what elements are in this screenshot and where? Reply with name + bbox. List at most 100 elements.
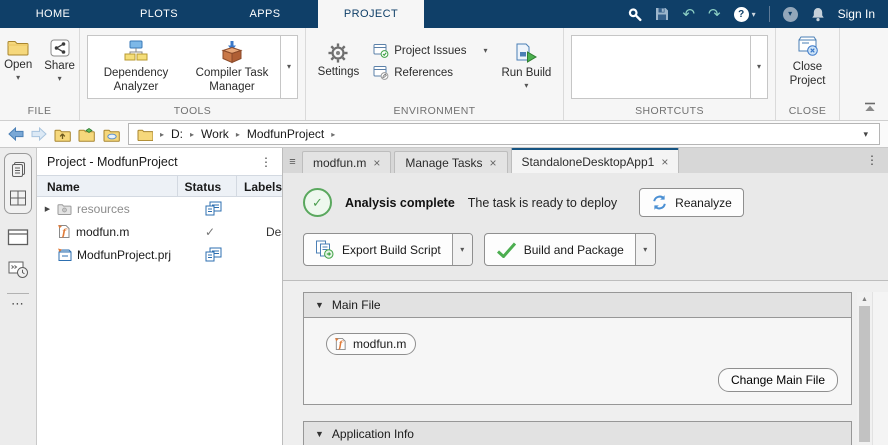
export-dropdown-icon[interactable]: ▾ [452,234,472,265]
compiler-task-manager-icon [220,40,244,64]
sign-in-link[interactable]: Sign In [838,7,875,21]
navbar-divider [769,6,770,22]
project-issues-caret-icon[interactable]: ▾ [483,47,487,55]
project-panel-menu-icon[interactable]: ⋮ [260,155,272,169]
main-file-section: ▼ Main File f modfun.m Change Main File [303,292,852,405]
task-form-scroll-area: ▼ Main File f modfun.m Change Main File [283,281,888,445]
shortcuts-gallery-dropdown[interactable]: ▾ [750,36,767,98]
up-one-level-icon[interactable] [54,127,71,142]
references-icon [373,65,389,80]
project-panel-icon[interactable] [7,228,29,246]
tab-plots[interactable]: PLOTS [106,0,212,28]
scroll-up-icon[interactable]: ▲ [861,292,868,306]
run-build-icon [514,43,538,64]
help-icon: ? [734,7,749,22]
function-file-icon: f [334,337,347,351]
project-issues-button[interactable]: Project Issues ▾ [373,43,487,58]
toolstrip-tabs: HOME PLOTS APPS PROJECT [0,0,424,28]
export-script-icon [315,240,335,259]
compiler-task-manager-label: Compiler Task Manager [184,67,280,95]
export-build-script-button[interactable]: Export Build Script [304,234,452,265]
close-project-label: Close Project [784,60,832,89]
application-info-section-header[interactable]: ▼ Application Info [304,422,851,445]
back-icon[interactable] [8,127,24,141]
breadcrumb-segment-project[interactable]: ModfunProject [247,127,324,141]
open-location-icon[interactable] [78,127,96,142]
tools-gallery-dropdown[interactable]: ▾ [280,36,297,98]
close-icon[interactable]: × [373,156,380,170]
settings-button[interactable]: Settings [312,43,366,78]
more-panels-icon[interactable]: ⋯ [11,296,25,312]
breadcrumb[interactable]: ▸ D: ▸ Work ▸ ModfunProject ▸ ▾ [128,123,880,145]
main-file-section-header[interactable]: ▼ Main File [304,293,851,318]
open-caret-icon: ▾ [16,74,20,82]
project-ribbon: Open ▾ Share ▾ FILE Dependency Analyzer [0,28,888,121]
analysis-status-title: Analysis complete [345,196,455,210]
vertical-scrollbar[interactable]: ▲ [857,292,872,445]
project-panel-title: Project - ModfunProject [47,155,178,169]
close-icon[interactable]: × [490,156,497,170]
forward-icon[interactable] [31,127,47,141]
open-folder-icon [7,39,29,56]
history-panel-icon[interactable] [8,260,29,279]
table-row[interactable]: ▶ resources [37,197,282,220]
undo-icon[interactable]: ↶ [682,7,695,22]
share-button[interactable]: Share ▾ [38,39,81,83]
dependency-analyzer-label: Dependency Analyzer [88,67,184,95]
tab-modfun[interactable]: modfun.m × [302,151,391,173]
scrollbar-thumb[interactable] [859,306,870,442]
main-file-name: modfun.m [353,337,406,351]
column-header-labels[interactable]: Labels [236,176,282,196]
build-dropdown-icon[interactable]: ▾ [635,234,655,265]
breadcrumb-segment-work[interactable]: Work [201,127,229,141]
open-button[interactable]: Open ▾ [0,39,38,83]
shortcuts-gallery: ▾ [571,35,768,99]
tab-home[interactable]: HOME [0,0,106,28]
tab-project[interactable]: PROJECT [318,0,424,28]
compiler-task-manager-button[interactable]: Compiler Task Manager [184,36,280,98]
column-header-status[interactable]: Status [177,176,236,196]
close-icon[interactable]: × [661,155,668,169]
reanalyze-button[interactable]: Reanalyze [639,188,744,217]
build-and-package-button[interactable]: Build and Package [485,234,635,265]
change-main-file-button[interactable]: Change Main File [718,368,838,392]
notifications-bell-icon[interactable] [811,7,825,22]
cloud-folder-icon[interactable] [103,127,121,142]
tab-apps[interactable]: APPS [212,0,318,28]
column-header-name[interactable]: Name [37,176,177,196]
application-info-section: ▼ Application Info [303,421,852,445]
main-file-chip[interactable]: f modfun.m [326,333,416,355]
share-label: Share [44,60,75,72]
tab-standalone-desktop-app[interactable]: StandaloneDesktopApp1 × [511,148,680,173]
tab-overflow-menu-icon[interactable]: ⋮ [866,153,878,167]
tab-label: StandaloneDesktopApp1 [522,155,655,169]
tab-manage-tasks[interactable]: Manage Tasks × [394,151,507,173]
files-panel-icon[interactable] [9,161,27,179]
save-icon[interactable] [655,7,669,21]
table-row[interactable]: ▶ f modfun.m ✓ Design, I [37,220,282,243]
expand-caret-icon[interactable]: ▶ [43,205,52,213]
references-button[interactable]: References [373,65,487,80]
project-file-icon [57,247,72,262]
breadcrumb-segment-drive[interactable]: D: [171,127,183,141]
help-menu[interactable]: ? ▾ [734,7,756,22]
search-icon[interactable] [627,7,642,22]
redo-icon[interactable]: ↷ [708,7,721,22]
application-info-section-title: Application Info [332,427,414,441]
layout-panel-icon[interactable] [9,190,27,206]
references-label: References [394,67,453,79]
dependency-analyzer-button[interactable]: Dependency Analyzer [88,36,184,98]
shortcuts-section-label: SHORTCUTS [564,105,775,117]
run-build-button[interactable]: Run Build ▾ [495,43,557,90]
project-issues-icon [373,43,389,58]
collapse-ribbon-icon[interactable] [864,102,876,112]
tab-list-menu-icon[interactable]: ≡ [286,156,299,168]
table-row[interactable]: ▶ ModfunProject.prj [37,243,282,266]
panel-group [4,153,32,214]
chevron-right-icon: ▸ [190,130,194,139]
close-project-button[interactable]: Close Project [778,35,838,89]
account-menu-icon[interactable]: ▾ [783,7,798,22]
breadcrumb-dropdown-icon[interactable]: ▾ [863,129,871,140]
main-area: ⋯ Project - ModfunProject ⋮ Name Status … [0,148,888,445]
resources-folder-icon [57,203,72,215]
